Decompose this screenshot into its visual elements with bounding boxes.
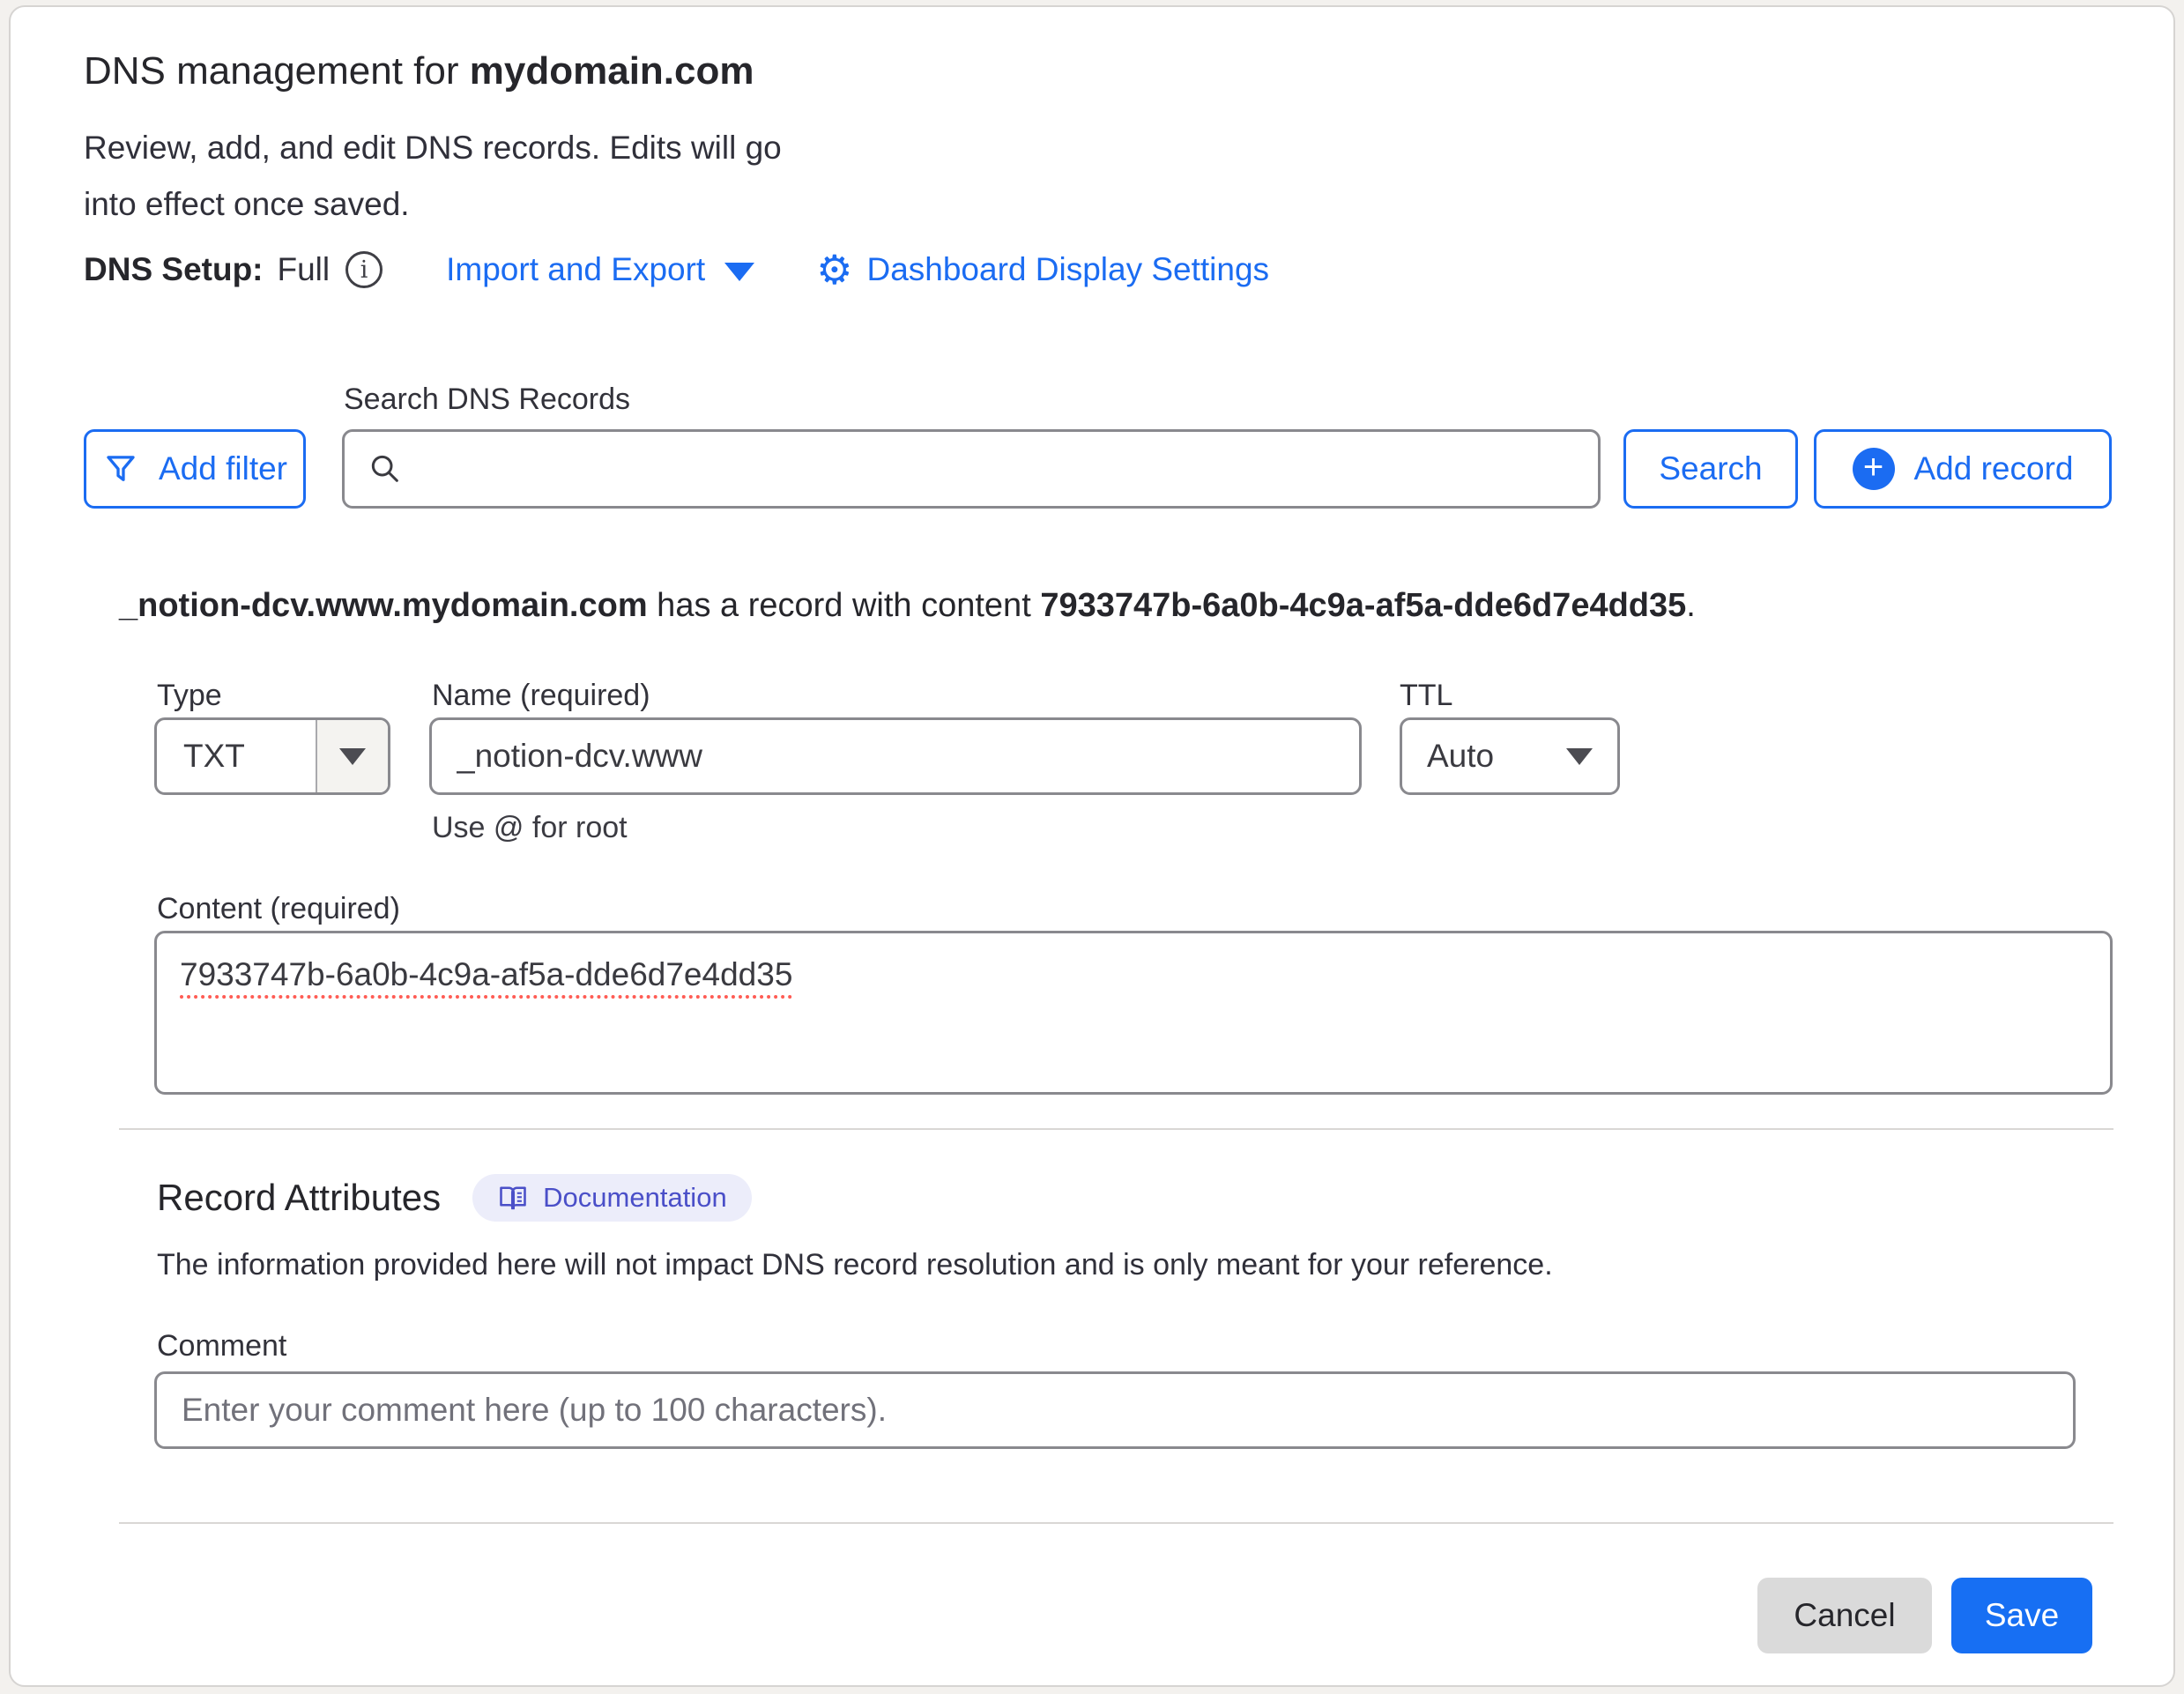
- gear-icon: ⚙: [816, 249, 852, 290]
- chevron-down-icon: [339, 748, 366, 765]
- dns-setup-row: DNS Setup: Full i Import and Export ⚙ Da…: [84, 247, 1269, 293]
- subtitle-line-1: Review, add, and edit DNS records. Edits…: [84, 120, 782, 176]
- dns-setup-value: Full: [278, 251, 331, 288]
- footer-divider: [119, 1522, 2113, 1524]
- notice-middle-text: has a record with content: [648, 587, 1041, 624]
- page-title-domain: mydomain.com: [470, 49, 754, 93]
- dashboard-display-settings-label: Dashboard Display Settings: [866, 251, 1269, 288]
- book-icon: [497, 1182, 529, 1214]
- type-select-arrow[interactable]: [316, 720, 388, 792]
- search-button-label: Search: [1659, 450, 1762, 487]
- add-record-button[interactable]: + Add record: [1814, 429, 2112, 509]
- save-button-label: Save: [1985, 1597, 2059, 1634]
- plus-icon: +: [1853, 448, 1895, 490]
- documentation-link[interactable]: Documentation: [472, 1174, 752, 1222]
- name-helper-text: Use @ for root: [432, 811, 628, 845]
- ttl-select[interactable]: Auto: [1400, 717, 1620, 795]
- comment-input[interactable]: [154, 1371, 2076, 1449]
- filter-funnel-icon: [102, 450, 139, 487]
- type-select-value: TXT: [157, 738, 316, 775]
- content-value: 7933747b-6a0b-4c9a-af5a-dde6d7e4dd35: [180, 956, 792, 992]
- search-icon: [368, 451, 403, 487]
- page-subtitle: Review, add, and edit DNS records. Edits…: [84, 120, 782, 233]
- save-button[interactable]: Save: [1951, 1578, 2092, 1653]
- record-attributes-header: Record Attributes Documentation: [157, 1174, 752, 1222]
- record-attributes-description: The information provided here will not i…: [157, 1248, 1553, 1282]
- dns-setup-label: DNS Setup:: [84, 251, 264, 288]
- notice-record-name: _notion-dcv.www.mydomain.com: [119, 587, 648, 624]
- ttl-label: TTL: [1400, 679, 1452, 713]
- record-attributes-heading: Record Attributes: [157, 1177, 441, 1219]
- info-icon[interactable]: i: [345, 251, 383, 288]
- name-label: Name (required): [432, 679, 650, 713]
- documentation-label: Documentation: [543, 1182, 727, 1214]
- type-select[interactable]: TXT: [154, 717, 390, 795]
- notice-suffix: .: [1686, 587, 1696, 624]
- section-divider: [119, 1128, 2113, 1130]
- comment-label: Comment: [157, 1329, 286, 1363]
- add-filter-button[interactable]: Add filter: [84, 429, 306, 509]
- cancel-button[interactable]: Cancel: [1757, 1578, 1932, 1653]
- chevron-down-icon: [724, 263, 754, 281]
- notice-record-content: 7933747b-6a0b-4c9a-af5a-dde6d7e4dd35: [1040, 587, 1686, 624]
- type-label: Type: [157, 679, 222, 713]
- record-exists-notice: _notion-dcv.www.mydomain.com has a recor…: [119, 587, 1696, 625]
- import-export-label: Import and Export: [446, 251, 705, 288]
- subtitle-line-2: into effect once saved.: [84, 176, 782, 233]
- page-title-prefix: DNS management for: [84, 49, 470, 93]
- name-input[interactable]: [429, 717, 1362, 795]
- ttl-select-value: Auto: [1427, 738, 1494, 775]
- content-label: Content (required): [157, 892, 400, 926]
- page-title: DNS management for mydomain.com: [84, 49, 754, 93]
- search-input[interactable]: [403, 432, 1598, 506]
- add-filter-label: Add filter: [159, 450, 287, 487]
- chevron-down-icon: [1566, 748, 1593, 765]
- add-record-label: Add record: [1914, 450, 2074, 487]
- search-button[interactable]: Search: [1623, 429, 1798, 509]
- content-textarea[interactable]: 7933747b-6a0b-4c9a-af5a-dde6d7e4dd35: [154, 931, 2113, 1095]
- search-input-box[interactable]: [342, 429, 1601, 509]
- cancel-button-label: Cancel: [1794, 1597, 1895, 1634]
- search-dns-records-label: Search DNS Records: [344, 383, 630, 417]
- import-export-link[interactable]: Import and Export: [446, 251, 754, 288]
- dashboard-display-settings-link[interactable]: ⚙ Dashboard Display Settings: [816, 249, 1269, 290]
